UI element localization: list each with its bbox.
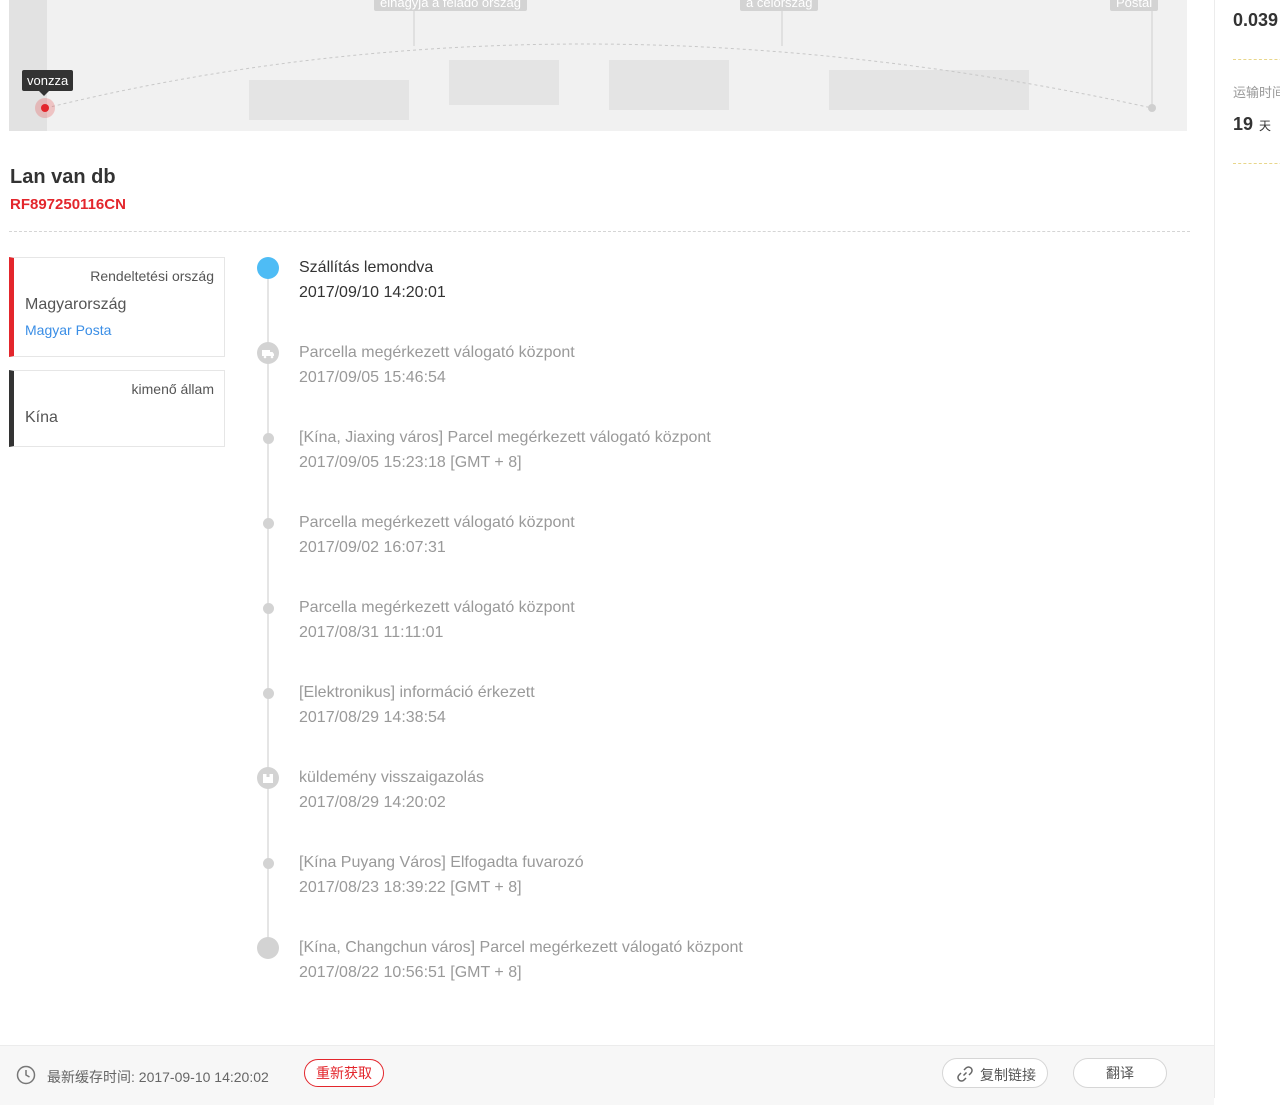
- copy-link-label: 复制链接: [980, 1067, 1036, 1083]
- event-description: Szállítás lemondva: [299, 259, 434, 276]
- copy-link-button[interactable]: 复制链接: [942, 1058, 1048, 1088]
- destination-label: Rendeltetési ország: [90, 268, 214, 284]
- timeline-event: Szállítás lemondva 2017/09/10 14:20:01: [299, 258, 446, 303]
- clock-icon: [16, 1065, 36, 1085]
- transit-unit: 天: [1259, 119, 1272, 133]
- timeline-event: Parcella megérkezett válogató központ 201…: [299, 513, 575, 558]
- route-map: elhagyja a feladó ország a célország Pos…: [9, 0, 1187, 131]
- map-tag-postal: Postai: [1110, 0, 1159, 11]
- event-description: Parcella megérkezett válogató központ: [299, 599, 575, 616]
- timeline-dot: [262, 687, 274, 699]
- timeline-event: Parcella megérkezett válogató központ 201…: [299, 343, 575, 388]
- section-divider: [9, 231, 1190, 232]
- summary-divider: [1233, 59, 1280, 60]
- timeline-dot: [262, 517, 274, 529]
- event-time: 2017/08/23 18:39:22 [GMT + 8]: [299, 879, 522, 896]
- event-description: küldemény visszaigazolás: [299, 769, 484, 786]
- event-description: [Kína Puyang Város] Elfogadta fuvarozó: [299, 854, 584, 871]
- timeline-event: küldemény visszaigazolás 2017/08/29 14:20…: [299, 768, 484, 813]
- tracking-number: RF897250116CN: [10, 196, 126, 213]
- timeline-event: Parcella megérkezett válogató központ 201…: [299, 598, 575, 643]
- translate-button[interactable]: 翻译: [1073, 1058, 1167, 1088]
- destination-country: Magyarország: [25, 296, 127, 313]
- timeline-event: [Kína, Changchun város] Parcel megérkeze…: [299, 938, 743, 983]
- event-description: [Elektronikus] információ érkezett: [299, 684, 535, 701]
- cache-time-text: 最新缓存时间: 2017-09-10 14:20:02: [47, 1069, 269, 1085]
- event-description: Parcella megérkezett válogató központ: [299, 344, 575, 361]
- event-time: 2017/08/22 10:56:51 [GMT + 8]: [299, 964, 522, 981]
- destination-card: Rendeltetési ország Magyarország Magyar …: [9, 257, 225, 357]
- event-description: [Kína, Jiaxing város] Parcel megérkezett…: [299, 429, 711, 446]
- timeline-event: [Kína, Jiaxing város] Parcel megérkezett…: [299, 428, 711, 473]
- origin-pin[interactable]: [41, 104, 49, 112]
- timeline-event: [Kína Puyang Város] Elfogadta fuvarozó 20…: [299, 853, 584, 898]
- truck-icon: [257, 342, 279, 364]
- timeline-dot: [262, 432, 274, 444]
- summary-divider-2: [1233, 163, 1280, 164]
- transit-time-label: 运输时间: [1233, 85, 1280, 100]
- refetch-button[interactable]: 重新获取: [304, 1059, 384, 1087]
- transit-days: 19: [1233, 114, 1254, 134]
- event-time: 2017/08/31 11:11:01: [299, 624, 444, 641]
- start-status-dot: [257, 937, 279, 959]
- current-status-dot: [257, 257, 279, 279]
- destination-carrier-link[interactable]: Magyar Posta: [25, 322, 111, 338]
- origin-country: Kína: [25, 409, 58, 426]
- timeline-dot: [262, 857, 274, 869]
- timeline-event: [Elektronikus] információ érkezett 2017/0…: [299, 683, 535, 728]
- event-time: 2017/08/29 14:38:54: [299, 709, 446, 726]
- link-icon: [957, 1066, 973, 1082]
- summary-panel: 0.039 运输时间 19 天: [1214, 0, 1280, 1098]
- map-tag-destination: a célország: [740, 0, 819, 11]
- origin-card: kimenő állam Kína: [9, 370, 225, 447]
- map-tag-left-origin: elhagyja a feladó ország: [374, 0, 527, 11]
- transit-time-value: 19 天: [1233, 114, 1271, 135]
- map-graphic: [45, 10, 1156, 120]
- event-description: [Kína, Changchun város] Parcel megérkeze…: [299, 939, 743, 956]
- summary-value: 0.039: [1233, 10, 1279, 30]
- event-time: 2017/09/05 15:23:18 [GMT + 8]: [299, 454, 522, 471]
- timeline-dot: [262, 602, 274, 614]
- event-description: Parcella megérkezett válogató központ: [299, 514, 575, 531]
- map-tooltip: vonzza: [22, 70, 74, 96]
- event-time: 2017/09/05 15:46:54: [299, 369, 446, 386]
- event-time: 2017/09/02 16:07:31: [299, 539, 446, 556]
- origin-label: kimenő állam: [131, 381, 214, 397]
- box-icon: [257, 767, 279, 789]
- footer-bar: 最新缓存时间: 2017-09-10 14:20:02 重新获取 复制链接 翻译: [0, 1045, 1214, 1105]
- event-time: 2017/08/29 14:20:02: [299, 794, 446, 811]
- event-time: 2017/09/10 14:20:01: [299, 284, 446, 301]
- package-title: Lan van db: [10, 166, 116, 188]
